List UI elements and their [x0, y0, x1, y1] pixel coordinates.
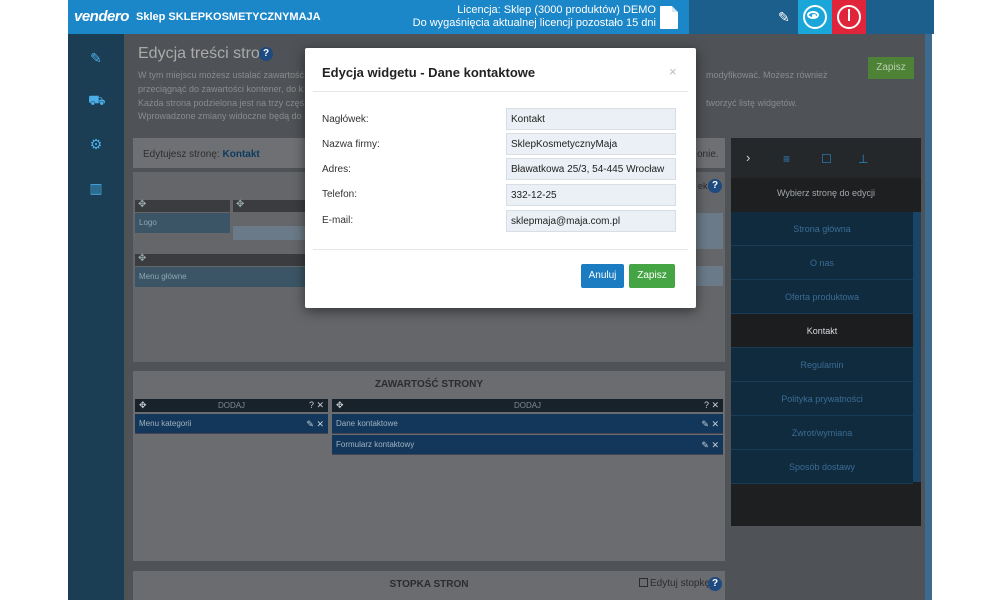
- edit-icon[interactable]: ✎: [88, 50, 104, 66]
- power-icon: [848, 9, 850, 21]
- company-label: Nazwa firmy:: [322, 139, 380, 150]
- widget-formularz-kontaktowy[interactable]: Formularz kontaktowy ✎ ✕: [332, 435, 723, 455]
- footer-title: STOPKA STRON: [389, 579, 469, 590]
- page-item[interactable]: Polityka prywatności: [731, 382, 913, 416]
- right-column-header: ✥ DODAJ ? ✕: [332, 399, 723, 412]
- phone-input[interactable]: [506, 184, 676, 206]
- intro-right-1: modyfikować. Możesz również: [706, 70, 828, 80]
- panel-scrollbar[interactable]: [913, 212, 921, 482]
- heading-input[interactable]: [506, 108, 676, 130]
- phone-label: Telefon:: [322, 189, 358, 200]
- company-input[interactable]: [506, 133, 676, 155]
- license-line-2: Do wygaśnięcia aktualnej licencji pozost…: [412, 17, 656, 29]
- license-info: Licencja: Sklep (3000 produktów) DEMO Do…: [408, 4, 656, 30]
- logo-block[interactable]: Logo: [135, 213, 230, 233]
- menu-block[interactable]: Menu główne: [135, 267, 305, 287]
- editing-page-name: Kontakt: [222, 149, 260, 160]
- email-label: E-mail:: [322, 215, 354, 226]
- widget-actions[interactable]: ✎ ✕: [701, 414, 719, 434]
- left-sidebar: ✎ ⛟ ⚙ ▥: [68, 34, 124, 600]
- widget-actions[interactable]: ✎ ✕: [306, 414, 324, 434]
- intro-right-2: tworzyć listę widgetów.: [706, 98, 798, 108]
- page-save-button[interactable]: Zapisz: [868, 57, 914, 79]
- widget-menu-kategorii[interactable]: Menu kategorii ✎ ✕: [135, 414, 328, 434]
- license-line-1: Licencja: Sklep (3000 produktów) DEMO: [457, 4, 656, 16]
- panel-title: Wybierz stronę do edycji: [777, 188, 875, 198]
- page-item[interactable]: O nas: [731, 246, 913, 280]
- modal-title: Edycja widgetu - Dane kontaktowe: [322, 65, 536, 80]
- close-icon[interactable]: ×: [669, 64, 677, 79]
- document-icon[interactable]: [660, 6, 678, 29]
- widget-dane-kontaktowe[interactable]: Dane kontaktowe ✎ ✕: [332, 414, 723, 434]
- column-controls[interactable]: ? ✕: [704, 399, 719, 412]
- menu-block-header[interactable]: [135, 254, 305, 266]
- content-title: ZAWARTOŚĆ STRONY: [374, 379, 484, 390]
- right-scrollbar[interactable]: [925, 34, 932, 600]
- widget-label: Dane kontaktowe: [336, 419, 398, 428]
- vendero-logo[interactable]: vendero: [74, 8, 129, 25]
- page-item[interactable]: Zwrot/wymiana: [731, 416, 913, 450]
- help-icon[interactable]: ?: [259, 47, 273, 61]
- left-column-header: ✥ DODAJ ? ✕: [135, 399, 328, 412]
- preview-button[interactable]: [798, 0, 832, 34]
- page-item[interactable]: Sposób dostawy: [731, 450, 913, 484]
- page-item[interactable]: Strona główna: [731, 212, 913, 246]
- address-input[interactable]: [506, 158, 676, 180]
- page-item-active[interactable]: Kontakt: [731, 314, 913, 348]
- cart-icon[interactable]: ⛟: [88, 92, 106, 108]
- logo-block-header[interactable]: [135, 200, 230, 212]
- widget-actions[interactable]: ✎ ✕: [701, 435, 719, 455]
- widget-label: Menu kategorii: [139, 419, 192, 428]
- cancel-button[interactable]: Anuluj: [581, 264, 624, 288]
- editing-label-text: Edytujesz stronę:: [143, 149, 220, 160]
- shop-name: Sklep SKLEPKOSMETYCZNYMAJA: [136, 11, 321, 23]
- footer-edit-checkbox[interactable]: [639, 578, 648, 587]
- move-icon[interactable]: ✥: [138, 253, 146, 264]
- settings-icon[interactable]: ⚙: [88, 136, 104, 152]
- eye-pupil: [812, 14, 816, 18]
- email-input[interactable]: [506, 210, 676, 232]
- chevron-right-icon[interactable]: ›: [746, 150, 750, 165]
- pencil-icon[interactable]: ✎: [778, 9, 790, 26]
- editing-label: Edytujesz stronę: Kontakt: [143, 149, 260, 160]
- move-icon[interactable]: ✥: [236, 199, 244, 210]
- block-body-right-2: [696, 266, 723, 286]
- help-partial-text: ek: [698, 181, 708, 191]
- intro-line-2: przeciągnąć do zawartości kontener, do k: [138, 84, 304, 94]
- editing-suffix: onie.: [697, 149, 719, 160]
- square-icon[interactable]: ☐: [821, 152, 832, 166]
- move-icon[interactable]: ✥: [138, 199, 146, 210]
- address-label: Adres:: [322, 164, 351, 175]
- page-item[interactable]: Regulamin: [731, 348, 913, 382]
- add-widget-button[interactable]: DODAJ: [135, 399, 328, 412]
- list-icon[interactable]: ≡: [783, 152, 790, 166]
- modal-divider: [313, 91, 688, 92]
- stats-icon[interactable]: ▥: [88, 180, 104, 196]
- page-item[interactable]: Oferta produktowa: [731, 280, 913, 314]
- add-widget-button[interactable]: DODAJ: [332, 399, 723, 412]
- block-body-right: [696, 213, 723, 249]
- heading-label: Nagłówek:: [322, 114, 369, 125]
- intro-line-1: W tym miejscu możesz ustalać zawartość: [138, 70, 305, 80]
- sitemap-icon[interactable]: ⊥: [858, 152, 868, 166]
- page-list: Strona główna O nas Oferta produktowa Ko…: [731, 212, 913, 484]
- modal-divider: [313, 249, 688, 250]
- column-controls[interactable]: ? ✕: [309, 399, 324, 412]
- intro-line-3: Każda strona podzielona jest na trzy czę…: [138, 98, 305, 108]
- intro-line-4: Wprowadzone zmiany widoczne będą do: [138, 111, 302, 121]
- footer-edit-label: Edytuj stopkę: [650, 578, 711, 589]
- footer-edit-toggle[interactable]: Edytuj stopkę: [639, 578, 710, 589]
- page-title: Edycja treści stron: [138, 45, 269, 62]
- help-icon[interactable]: ?: [708, 179, 722, 193]
- edit-widget-modal: Edycja widgetu - Dane kontaktowe × Nagłó…: [305, 48, 696, 308]
- help-icon[interactable]: ?: [708, 577, 722, 591]
- widget-label: Formularz kontaktowy: [336, 440, 415, 449]
- save-button[interactable]: Zapisz: [629, 264, 675, 288]
- block-body: [233, 226, 305, 240]
- logout-button[interactable]: [832, 0, 866, 34]
